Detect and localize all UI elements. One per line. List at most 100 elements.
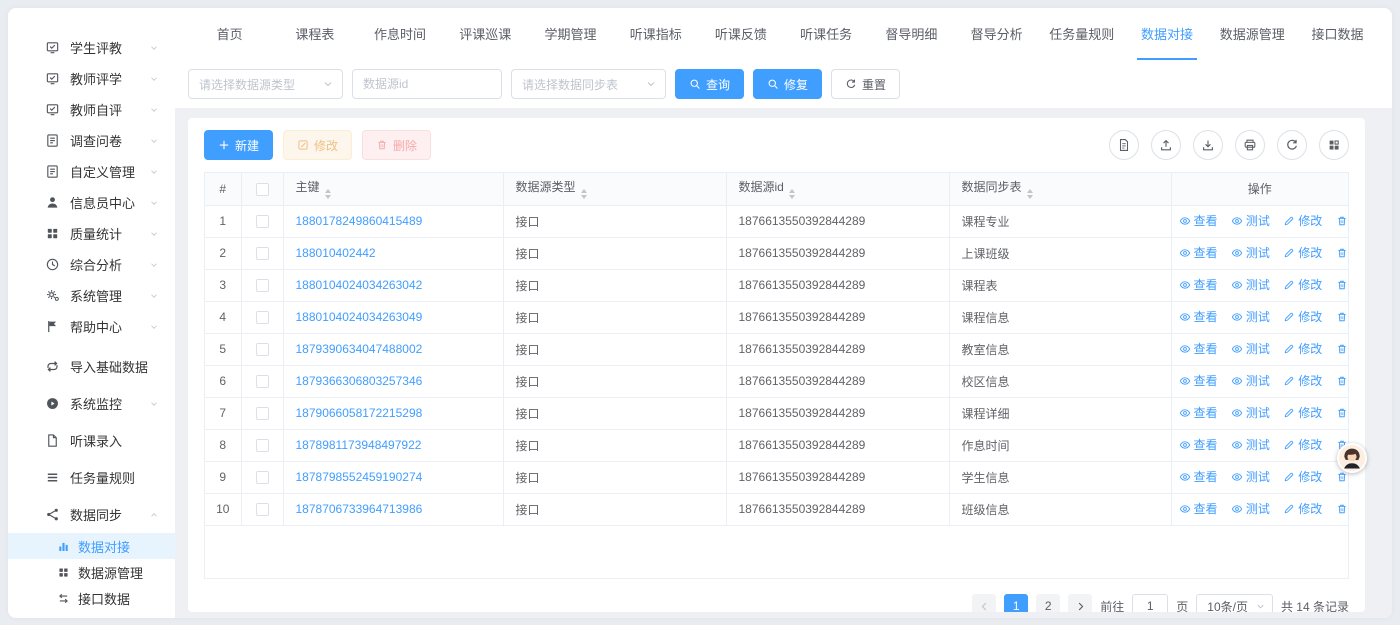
tool-button[interactable]: [1109, 130, 1139, 160]
sidebar-item[interactable]: 帮助中心: [8, 311, 175, 342]
view-link[interactable]: 查看: [1179, 436, 1218, 453]
delete-link[interactable]: 删除: [1336, 308, 1348, 325]
test-link[interactable]: 测试: [1231, 212, 1270, 229]
delete-link[interactable]: 删除: [1336, 276, 1348, 293]
view-link[interactable]: 查看: [1179, 468, 1218, 485]
primary-key-link[interactable]: 1879066058172215298: [296, 406, 423, 420]
sort-icon[interactable]: [789, 189, 795, 199]
tab[interactable]: 数据源管理: [1210, 8, 1295, 60]
tool-button[interactable]: [1235, 130, 1265, 160]
row-checkbox[interactable]: [256, 311, 269, 324]
source-id-input[interactable]: [352, 69, 502, 99]
delete-link[interactable]: 删除: [1336, 340, 1348, 357]
tab[interactable]: 评课巡课: [443, 8, 528, 60]
goto-page-input[interactable]: [1132, 594, 1168, 612]
row-checkbox[interactable]: [256, 407, 269, 420]
row-checkbox[interactable]: [256, 247, 269, 260]
column-header-type[interactable]: 数据源类型: [503, 173, 726, 205]
test-link[interactable]: 测试: [1231, 436, 1270, 453]
test-link[interactable]: 测试: [1231, 308, 1270, 325]
sort-icon[interactable]: [325, 189, 331, 199]
test-link[interactable]: 测试: [1231, 340, 1270, 357]
tab[interactable]: 听课反馈: [698, 8, 783, 60]
sidebar-item[interactable]: 教师自评: [8, 94, 175, 125]
edit-link[interactable]: 修改: [1283, 372, 1322, 389]
row-checkbox[interactable]: [256, 343, 269, 356]
sidebar-item[interactable]: 接口数据: [8, 585, 175, 611]
primary-key-link[interactable]: 188010402442: [296, 246, 376, 260]
view-link[interactable]: 查看: [1179, 276, 1218, 293]
edit-link[interactable]: 修改: [1283, 500, 1322, 517]
sync-table-select[interactable]: 请选择数据同步表: [511, 69, 666, 99]
view-link[interactable]: 查看: [1179, 404, 1218, 421]
edit-link[interactable]: 修改: [1283, 436, 1322, 453]
view-link[interactable]: 查看: [1179, 308, 1218, 325]
select-all-checkbox[interactable]: [256, 183, 269, 196]
tab[interactable]: 首页: [187, 8, 272, 60]
sort-icon[interactable]: [581, 189, 587, 199]
sidebar-item[interactable]: 学生评教: [8, 32, 175, 63]
reset-button[interactable]: 重置: [831, 69, 900, 99]
sidebar-item[interactable]: 导入基础数据: [8, 348, 175, 385]
column-header-key[interactable]: 主键: [283, 173, 503, 205]
sidebar-item[interactable]: 信息员中心: [8, 187, 175, 218]
page-size-select[interactable]: 10条/页: [1196, 594, 1273, 612]
delete-button[interactable]: 删除: [362, 130, 431, 160]
tab[interactable]: 课程表: [272, 8, 357, 60]
tab[interactable]: 接口数据: [1295, 8, 1380, 60]
sidebar-item[interactable]: 听课录入: [8, 422, 175, 459]
delete-link[interactable]: 删除: [1336, 404, 1348, 421]
source-type-select[interactable]: 请选择数据源类型: [188, 69, 343, 99]
edit-link[interactable]: 修改: [1283, 468, 1322, 485]
tab[interactable]: 听课指标: [613, 8, 698, 60]
primary-key-link[interactable]: 1878706733964713986: [296, 502, 423, 516]
tool-button[interactable]: [1193, 130, 1223, 160]
view-link[interactable]: 查看: [1179, 500, 1218, 517]
sidebar-item[interactable]: 数据源管理: [8, 559, 175, 585]
view-link[interactable]: 查看: [1179, 372, 1218, 389]
test-link[interactable]: 测试: [1231, 244, 1270, 261]
tab[interactable]: 听课任务: [784, 8, 869, 60]
repair-button[interactable]: 修复: [753, 69, 822, 99]
sidebar-item[interactable]: 教师评学: [8, 63, 175, 94]
sidebar-item[interactable]: 系统监控: [8, 385, 175, 422]
edit-link[interactable]: 修改: [1283, 404, 1322, 421]
sidebar-item[interactable]: 综合分析: [8, 249, 175, 280]
tab[interactable]: 督导分析: [954, 8, 1039, 60]
primary-key-link[interactable]: 1879366306803257346: [296, 374, 423, 388]
edit-button[interactable]: 修改: [283, 130, 352, 160]
test-link[interactable]: 测试: [1231, 372, 1270, 389]
page-number-button[interactable]: 2: [1036, 594, 1060, 612]
assistant-avatar[interactable]: [1337, 443, 1367, 473]
tool-button[interactable]: [1277, 130, 1307, 160]
view-link[interactable]: 查看: [1179, 212, 1218, 229]
sidebar-item[interactable]: 数据同步: [8, 496, 175, 533]
test-link[interactable]: 测试: [1231, 468, 1270, 485]
delete-link[interactable]: 删除: [1336, 244, 1348, 261]
edit-link[interactable]: 修改: [1283, 340, 1322, 357]
row-checkbox[interactable]: [256, 279, 269, 292]
test-link[interactable]: 测试: [1231, 500, 1270, 517]
sidebar-item[interactable]: 质量统计: [8, 218, 175, 249]
delete-link[interactable]: 删除: [1336, 500, 1348, 517]
tool-button[interactable]: [1151, 130, 1181, 160]
row-checkbox[interactable]: [256, 215, 269, 228]
primary-key-link[interactable]: 1880104024034263042: [296, 278, 423, 292]
sidebar-item[interactable]: 调查问卷: [8, 125, 175, 156]
primary-key-link[interactable]: 1880104024034263049: [296, 310, 423, 324]
primary-key-link[interactable]: 1880178249860415489: [296, 214, 423, 228]
delete-link[interactable]: 删除: [1336, 372, 1348, 389]
sidebar-item[interactable]: 系统管理: [8, 280, 175, 311]
test-link[interactable]: 测试: [1231, 404, 1270, 421]
tab[interactable]: 督导明细: [869, 8, 954, 60]
test-link[interactable]: 测试: [1231, 276, 1270, 293]
row-checkbox[interactable]: [256, 471, 269, 484]
prev-page-button[interactable]: [972, 594, 996, 612]
delete-link[interactable]: 删除: [1336, 212, 1348, 229]
sidebar-item[interactable]: 数据对接: [8, 533, 175, 559]
sidebar-item[interactable]: 任务量规则: [8, 459, 175, 496]
sidebar-item[interactable]: 自定义管理: [8, 156, 175, 187]
create-button[interactable]: 新建: [204, 130, 273, 160]
edit-link[interactable]: 修改: [1283, 308, 1322, 325]
tab[interactable]: 学期管理: [528, 8, 613, 60]
